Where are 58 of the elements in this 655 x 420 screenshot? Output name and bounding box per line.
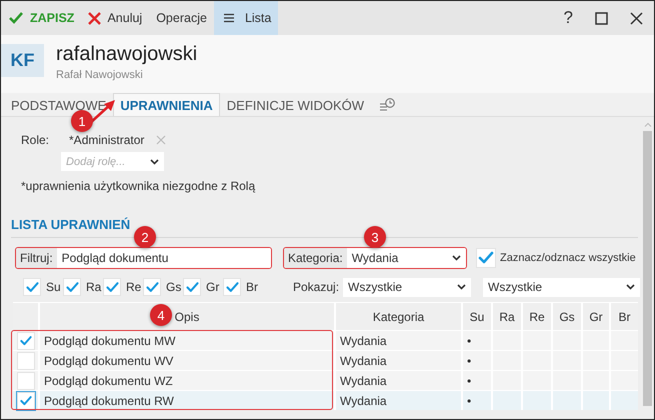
step-marker: 1	[71, 110, 93, 132]
role-name: *Administrator	[69, 133, 144, 147]
tab[interactable]: UPRAWNIENIA	[113, 93, 220, 116]
maximize-icon	[595, 12, 608, 24]
chevron-down-icon	[626, 284, 636, 290]
show-dropdown[interactable]: Wszystkie	[483, 278, 640, 296]
table-row[interactable]: Podgląd dokumentu RW Wydania •	[13, 390, 638, 410]
step-marker: 2	[134, 226, 156, 248]
menu-icon	[224, 13, 234, 23]
table-cell: •	[461, 391, 491, 410]
chevron-down-icon	[457, 284, 466, 290]
flag-label: Br	[246, 280, 258, 294]
checkbox[interactable]	[16, 352, 34, 370]
list-button[interactable]: Lista	[214, 1, 278, 35]
chevron-down-icon	[150, 158, 160, 164]
check-icon	[8, 10, 24, 26]
checkbox[interactable]	[183, 278, 201, 296]
flag-label: Su	[46, 280, 61, 294]
user-login: rafalnawojowski	[56, 43, 198, 66]
checkbox[interactable]	[103, 278, 121, 296]
chevron-down-icon	[452, 255, 461, 261]
checkbox[interactable]	[143, 278, 161, 296]
scrollbar-thumb[interactable]	[643, 131, 652, 406]
select-all-label: Zaznacz/odznacz wszystkie	[500, 252, 636, 264]
table-cell: Podgląd dokumentu RW	[38, 391, 334, 410]
checkbox[interactable]	[16, 332, 34, 350]
remove-icon[interactable]	[156, 135, 166, 145]
flag-label: Ra	[86, 280, 102, 294]
table-row[interactable]: Podgląd dokumentu MW Wydania •	[13, 330, 638, 350]
checkbox[interactable]	[16, 372, 34, 390]
checkbox[interactable]	[63, 278, 81, 296]
checkbox[interactable]	[23, 278, 41, 296]
category-dropdown[interactable]: Kategoria: Wydania	[283, 247, 467, 269]
close-icon	[88, 12, 102, 24]
checkbox[interactable]	[476, 248, 496, 268]
cancel-button[interactable]: Anuluj	[81, 1, 150, 35]
history-icon[interactable]	[379, 96, 396, 112]
roles-note: *uprawnienia użytkownika niezgodne z Rolą	[21, 179, 256, 193]
help-button[interactable]: ?	[552, 1, 584, 35]
show-label: Pokazuj:	[293, 280, 340, 294]
table-row[interactable]: Podgląd dokumentu WV Wydania •	[13, 350, 638, 370]
checkbox[interactable]	[16, 392, 34, 410]
show-dropdown[interactable]: Wszystkie	[343, 278, 472, 296]
flag-label: Re	[126, 280, 142, 294]
checkbox[interactable]	[223, 278, 241, 296]
table-row[interactable]: Podgląd dokumentu WZ Wydania •	[13, 370, 638, 390]
user-full-name: Rafał Nawojowski	[56, 69, 143, 81]
scroll-up-icon[interactable]	[644, 122, 652, 127]
table-cell: Wydania	[334, 391, 461, 410]
operations-button[interactable]: Operacje	[149, 1, 214, 35]
flag-label: Gs	[166, 280, 182, 294]
flag-label: Gr	[206, 280, 220, 294]
step-marker: 3	[364, 226, 386, 248]
close-icon	[630, 12, 643, 24]
roles-label: Role:	[21, 132, 50, 149]
tab[interactable]: DEFINICJE WIDOKÓW	[220, 93, 372, 116]
user-avatar: KF	[1, 44, 44, 77]
filter-field[interactable]: Filtruj: Podgląd dokumentu	[15, 247, 272, 269]
